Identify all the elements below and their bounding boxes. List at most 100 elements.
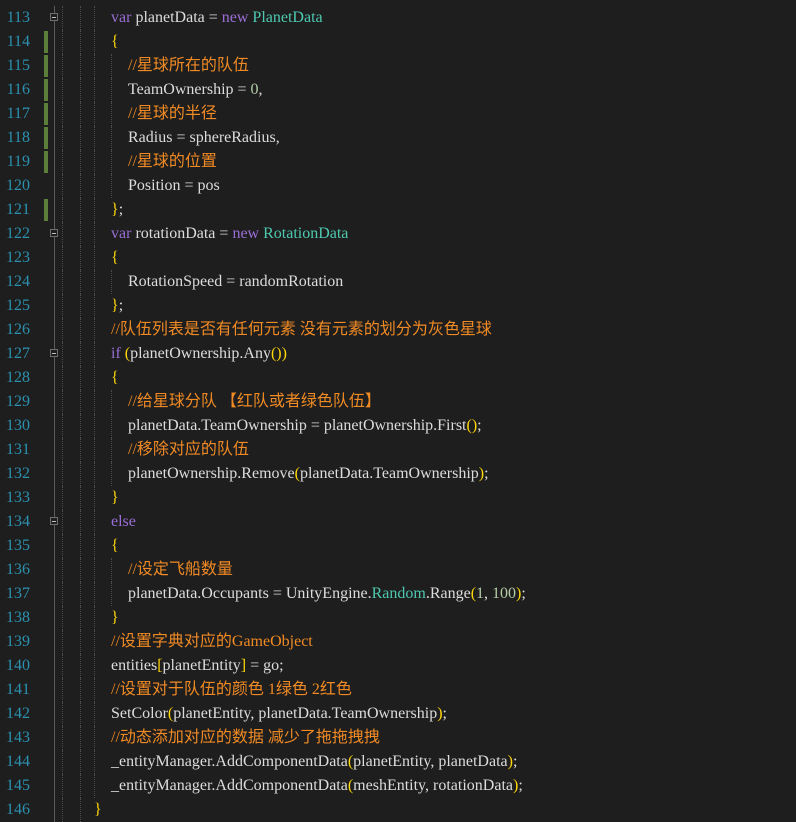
code-text[interactable]: } [111,606,119,630]
code-editor[interactable]: 113 var planetData = new PlanetData 114 {11… [0,0,796,822]
code-text[interactable]: }; [111,198,123,222]
line-number: 114 [6,33,30,50]
collapse-icon[interactable] [50,517,58,525]
indent-guide [94,222,95,246]
code-text[interactable]: //队伍列表是否有任何元素 没有元素的划分为灰色星球 [111,318,492,342]
indent-guide [94,174,95,198]
code-text[interactable]: //星球的半径 [128,102,217,126]
code-text[interactable]: RotationSpeed = randomRotation [128,270,343,294]
code-text[interactable]: //动态添加对应的数据 减少了拖拖拽拽 [111,726,380,750]
code-line[interactable]: 122 var rotationData = new RotationData [0,222,796,246]
code-text[interactable]: //移除对应的队伍 [128,438,249,462]
code-line[interactable]: 119 //星球的位置 [0,150,796,174]
code-text[interactable]: entities[planetEntity] = go; [111,654,284,678]
code-text[interactable]: } [111,486,119,510]
code-text[interactable]: //设定飞船数量 [128,558,233,582]
code-line[interactable]: 114 { [0,30,796,54]
code-line[interactable]: 129 //给星球分队 【红队或者绿色队伍】 [0,390,796,414]
indent-guide [94,510,95,534]
code-text[interactable]: else [111,510,136,534]
code-line[interactable]: 146} [0,798,796,822]
code-text[interactable]: //给星球分队 【红队或者绿色队伍】 [128,390,381,414]
code-line[interactable]: 120 Position = pos [0,174,796,198]
code-text[interactable]: TeamOwnership = 0, [128,78,263,102]
code-text[interactable]: { [111,246,119,270]
indent-guide [80,30,81,54]
fold-line [54,237,55,246]
token-keyword: var [111,9,132,26]
code-text[interactable]: _entityManager.AddComponentData(meshEnti… [111,774,523,798]
indent-guide [111,174,112,198]
token-plain: planetData.TeamOwnership [299,465,479,482]
code-text[interactable]: { [111,366,119,390]
token-plain: planetOwnership.Remove [128,465,295,482]
code-line[interactable]: 135 { [0,534,796,558]
code-line[interactable]: 132 planetOwnership.Remove(planetData.Tea… [0,462,796,486]
indent-guide [62,126,63,150]
code-line[interactable]: 130 planetData.TeamOwnership = planetOwne… [0,414,796,438]
code-line[interactable]: 128 { [0,366,796,390]
code-line[interactable]: 121}; [0,198,796,222]
code-line[interactable]: 131 //移除对应的队伍 [0,438,796,462]
code-text[interactable]: var rotationData = new RotationData [111,222,348,246]
code-line[interactable]: 115 //星球所在的队伍 [0,54,796,78]
line-number: 143 [6,729,30,746]
code-line[interactable]: 125}; [0,294,796,318]
code-text[interactable]: planetData.TeamOwnership = planetOwnersh… [128,414,482,438]
code-line[interactable]: 134 else [0,510,796,534]
line-number: 146 [6,801,30,818]
collapse-icon[interactable] [50,349,58,357]
code-line[interactable]: 143 //动态添加对应的数据 减少了拖拖拽拽 [0,726,796,750]
code-line[interactable]: 116 TeamOwnership = 0, [0,78,796,102]
code-line[interactable]: 142 SetColor(planetEntity, planetData.Tea… [0,702,796,726]
code-text[interactable]: SetColor(planetEntity, planetData.TeamOw… [111,702,447,726]
indent-guide [80,6,81,30]
code-line[interactable]: 133} [0,486,796,510]
collapse-icon[interactable] [50,13,58,21]
code-line[interactable]: 124 RotationSpeed = randomRotation [0,270,796,294]
code-line[interactable]: 127 if (planetOwnership.Any()) [0,342,796,366]
indent-guide [62,198,63,222]
code-line[interactable]: 137 planetData.Occupants = UnityEngine.Ra… [0,582,796,606]
code-text[interactable]: Radius = sphereRadius, [128,126,280,150]
code-text[interactable]: if (planetOwnership.Any()) [111,342,287,366]
code-line[interactable]: 140 entities[planetEntity] = go; [0,654,796,678]
code-line[interactable]: 117 //星球的半径 [0,102,796,126]
code-text[interactable]: Position = pos [128,174,220,198]
code-line[interactable]: 144 _entityManager.AddComponentData(plane… [0,750,796,774]
code-text[interactable]: //星球所在的队伍 [128,54,249,78]
code-line[interactable]: 118 Radius = sphereRadius, [0,126,796,150]
code-line[interactable]: 136 //设定飞船数量 [0,558,796,582]
code-line[interactable]: 138} [0,606,796,630]
code-text[interactable]: }; [111,294,123,318]
line-number: 124 [6,273,30,290]
code-text[interactable]: { [111,30,119,54]
code-text[interactable]: _entityManager.AddComponentData(planetEn… [111,750,517,774]
code-line[interactable]: 123 { [0,246,796,270]
fold-line [54,366,55,390]
token-punct: ; [279,657,284,674]
indent-guide [111,438,112,462]
code-text[interactable]: //设置字典对应的GameObject [111,630,313,654]
code-text[interactable]: //设置对于队伍的颜色 1绿色 2红色 [111,678,352,702]
token-brace: } [111,201,119,218]
code-line[interactable]: 141 //设置对于队伍的颜色 1绿色 2红色 [0,678,796,702]
code-line[interactable]: 126 //队伍列表是否有任何元素 没有元素的划分为灰色星球 [0,318,796,342]
code-text[interactable]: //星球的位置 [128,150,217,174]
token-plain: Position [128,177,185,194]
code-line[interactable]: 139 //设置字典对应的GameObject [0,630,796,654]
code-text[interactable]: } [94,798,102,822]
code-line[interactable]: 113 var planetData = new PlanetData [0,6,796,30]
line-number: 118 [6,129,30,146]
code-line[interactable]: 145 _entityManager.AddComponentData(meshE… [0,774,796,798]
code-text[interactable]: { [111,534,119,558]
code-text[interactable]: planetOwnership.Remove(planetData.TeamOw… [128,462,489,486]
collapse-icon[interactable] [50,229,58,237]
token-plain: planetData.Occupants [128,585,273,602]
line-number: 117 [6,105,30,122]
token-number: 100 [492,585,517,602]
code-text[interactable]: planetData.Occupants = UnityEngine.Rando… [128,582,526,606]
code-text[interactable]: var planetData = new PlanetData [111,6,323,30]
indent-guide [62,342,63,366]
token-type: Random [371,585,426,602]
